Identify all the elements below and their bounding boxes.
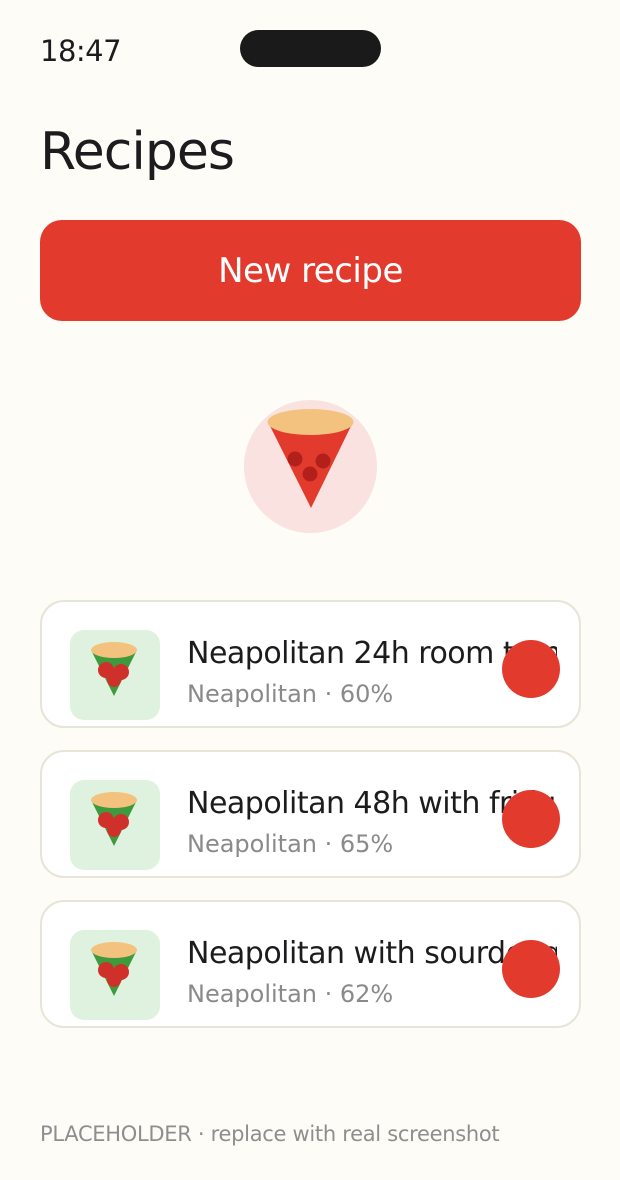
recipe-card[interactable]: Neapolitan 24h room temp Neapolitan · 60… bbox=[40, 600, 581, 728]
pizza-slice-icon bbox=[244, 400, 377, 533]
pepperoni bbox=[315, 453, 331, 469]
red-dot-icon[interactable] bbox=[502, 790, 560, 848]
red-dot-icon[interactable] bbox=[502, 640, 560, 698]
hero-pizza-illustration bbox=[244, 400, 377, 533]
pizza-crust bbox=[91, 642, 137, 658]
pepperoni bbox=[302, 466, 318, 482]
red-dot-icon[interactable] bbox=[502, 940, 560, 998]
pepperoni bbox=[287, 451, 303, 467]
pizza-crust bbox=[267, 409, 354, 435]
recipe-list: Neapolitan 24h room temp Neapolitan · 60… bbox=[40, 600, 581, 1050]
pizza-crust bbox=[91, 942, 137, 958]
recipe-thumbnail bbox=[70, 630, 160, 720]
pizza-crust bbox=[91, 792, 137, 808]
recipe-thumbnail bbox=[70, 780, 160, 870]
recipe-meta: Neapolitan · 62% bbox=[187, 980, 394, 1008]
dynamic-island bbox=[240, 30, 381, 67]
footer-note: PLACEHOLDER · replace with real screensh… bbox=[40, 1122, 500, 1146]
recipe-card[interactable]: Neapolitan 48h with fridge Neapolitan · … bbox=[40, 750, 581, 878]
pizza-slice-icon bbox=[91, 792, 137, 846]
recipe-thumbnail bbox=[70, 930, 160, 1020]
recipe-meta: Neapolitan · 60% bbox=[187, 680, 394, 708]
tomato bbox=[107, 973, 121, 987]
tomato bbox=[107, 673, 121, 687]
pizza-slice-icon bbox=[91, 642, 137, 696]
pizza-slice-icon bbox=[91, 942, 137, 996]
new-recipe-button[interactable]: New recipe bbox=[40, 220, 581, 321]
status-time: 18:47 bbox=[40, 34, 122, 68]
recipe-meta: Neapolitan · 65% bbox=[187, 830, 394, 858]
recipe-card[interactable]: Neapolitan with sourdough Neapolitan · 6… bbox=[40, 900, 581, 1028]
page-title: Recipes bbox=[40, 122, 235, 182]
tomato bbox=[107, 823, 121, 837]
